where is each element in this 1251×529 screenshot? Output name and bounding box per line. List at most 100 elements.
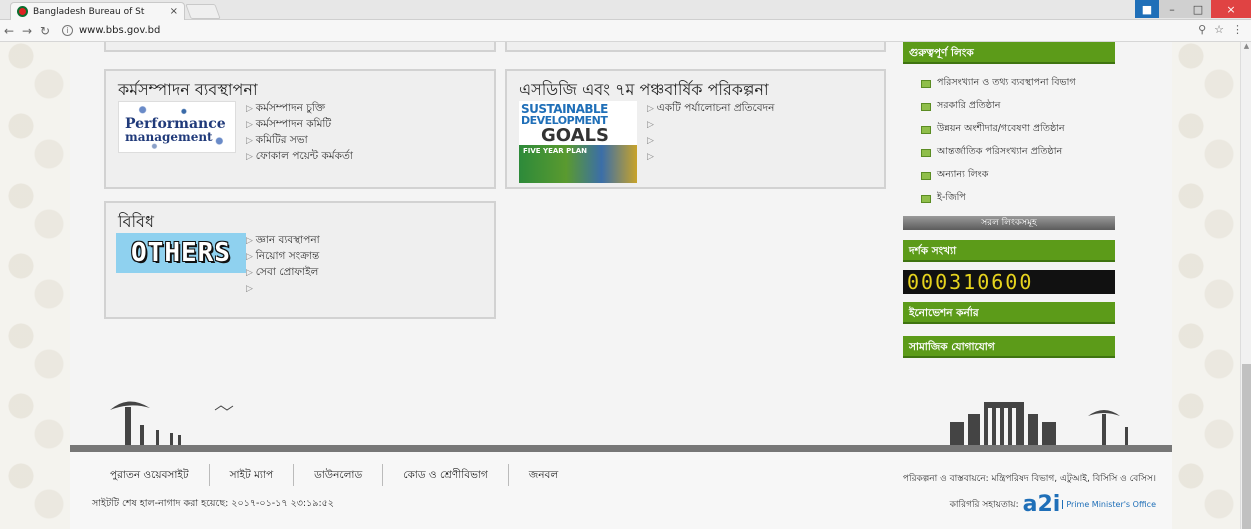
- footer-link-old-website[interactable]: পুরাতন ওয়েবসাইট: [88, 464, 210, 486]
- maximize-button[interactable]: □: [1185, 0, 1211, 18]
- link-label[interactable]: উন্নয়ন অংশীদার/গবেষণা প্রতিষ্ঠান: [937, 122, 1065, 137]
- important-link-item[interactable]: আন্তর্জাতিক পরিসংখ্যান প্রতিষ্ঠান: [921, 141, 1115, 164]
- important-link-item[interactable]: উন্নয়ন অংশীদার/গবেষণা প্রতিষ্ঠান: [921, 118, 1115, 141]
- link-bullet-icon: [921, 79, 931, 88]
- footer-link-code-classification[interactable]: কোড ও শ্রেণীবিভাগ: [383, 464, 509, 486]
- footer-divider: [70, 445, 1172, 452]
- tab-strip: Bangladesh Bureau of St × ■ – □ ×: [0, 0, 1251, 20]
- sdg-links: একটি পর্যালোচনা প্রতিবেদন: [647, 101, 775, 165]
- a2i-logo-text: a2i: [1022, 492, 1061, 517]
- tech-support-label: কারিগরি সহায়তায়:: [949, 500, 1019, 510]
- list-item[interactable]: জ্ঞান ব্যবস্থাপনা: [246, 233, 320, 249]
- list-item[interactable]: কমিটির সভা: [246, 133, 353, 149]
- reload-icon[interactable]: ↻: [36, 24, 54, 38]
- performance-management-image[interactable]: Performance management: [118, 101, 236, 153]
- list-item[interactable]: [647, 117, 774, 133]
- others-image[interactable]: OTHERS: [116, 233, 246, 273]
- important-link-item[interactable]: অন্যান্য লিংক: [921, 164, 1115, 187]
- list-item[interactable]: [647, 149, 774, 165]
- link-bullet-icon: [921, 125, 931, 134]
- planning-credit-text: পরিকল্পনা ও বাস্তবায়নে: মন্ত্রিপরিষদ বি…: [902, 474, 1156, 484]
- footer-link-download[interactable]: ডাউনলোড: [294, 464, 384, 486]
- a2i-logo[interactable]: a2i Prime Minister's Office: [1023, 492, 1156, 517]
- link-bullet-icon: [921, 194, 931, 203]
- footer-nav: পুরাতন ওয়েবসাইট সাইট ম্যাপ ডাউনলোড কোড …: [88, 464, 578, 486]
- social-media-header[interactable]: সামাজিক যোগাযোগ: [903, 336, 1115, 358]
- list-item[interactable]: সেবা প্রোফাইল: [246, 265, 320, 281]
- performance-box-title: কর্মসম্পাদন ব্যবস্থাপনা: [118, 80, 258, 99]
- last-updated-text: সাইটটি শেষ হাল-নাগাদ করা হয়েছে: ২০১৭-০১…: [92, 498, 334, 509]
- link-label[interactable]: পরিসংখ্যান ও তথ্য ব্যবস্থাপনা বিভাগ: [937, 76, 1076, 91]
- important-link-item[interactable]: ই-জিপি: [921, 187, 1115, 210]
- performance-management-box: কর্মসম্পাদন ব্যবস্থাপনা Performance mana…: [104, 69, 496, 189]
- vertical-scrollbar[interactable]: ▲: [1240, 42, 1251, 529]
- bookmark-star-icon[interactable]: ☆: [1214, 23, 1224, 36]
- list-item[interactable]: ফোকাল পয়েন্ট কর্মকর্তা: [246, 149, 353, 165]
- link-label[interactable]: ই-জিপি: [937, 191, 966, 206]
- footer-skyline-art: [110, 401, 1128, 445]
- box-partial-left: [104, 42, 496, 52]
- site-favicon-icon: [17, 6, 28, 17]
- zoom-icon[interactable]: ⚲: [1198, 23, 1206, 36]
- performance-links: কর্মসম্পাদন চুক্তি কর্মসম্পাদন কমিটি কমি…: [246, 101, 353, 165]
- thumb-text: FIVE YEAR PLAN: [523, 147, 587, 155]
- url-text[interactable]: www.bbs.gov.bd: [79, 25, 160, 36]
- user-profile-icon[interactable]: ■: [1135, 0, 1159, 18]
- window-controls: ■ – □ ×: [1135, 0, 1251, 18]
- menu-dots-icon[interactable]: ⋮: [1232, 23, 1243, 36]
- sdg-box-title: এসডিজি এবং ৭ম পঞ্চবার্ষিক পরিকল্পনা: [519, 80, 769, 99]
- info-icon[interactable]: i: [62, 25, 73, 36]
- link-label[interactable]: অন্যান্য লিংক: [937, 168, 988, 183]
- important-links-header: গুরুত্বপূর্ণ লিংক: [903, 42, 1115, 64]
- scroll-up-icon[interactable]: ▲: [1241, 42, 1251, 54]
- web-page: কর্মসম্পাদন ব্যবস্থাপনা Performance mana…: [0, 42, 1240, 529]
- important-link-item[interactable]: সরকারি প্রতিষ্ঠান: [921, 95, 1115, 118]
- link-label[interactable]: সরকারি প্রতিষ্ঠান: [937, 99, 1000, 114]
- box-partial-right: [505, 42, 886, 52]
- thumb-text: GOALS: [541, 125, 609, 146]
- list-item[interactable]: একটি পর্যালোচনা প্রতিবেদন: [647, 101, 775, 117]
- misc-box: বিবিধ OTHERS জ্ঞান ব্যবস্থাপনা নিয়োগ সং…: [104, 201, 496, 319]
- back-arrow-icon[interactable]: ←: [0, 24, 18, 38]
- url-field[interactable]: i www.bbs.gov.bd: [62, 25, 160, 36]
- link-label[interactable]: আন্তর্জাতিক পরিসংখ্যান প্রতিষ্ঠান: [937, 145, 1062, 160]
- link-bullet-icon: [921, 148, 931, 157]
- a2i-label: Prime Minister's Office: [1062, 500, 1156, 509]
- tab-title: Bangladesh Bureau of St: [33, 6, 145, 17]
- simple-links-header[interactable]: সরল লিংকসমূহ: [903, 216, 1115, 230]
- footer-link-sitemap[interactable]: সাইট ম্যাপ: [210, 464, 295, 486]
- misc-links: জ্ঞান ব্যবস্থাপনা নিয়োগ সংক্রান্ত সেবা …: [246, 233, 320, 297]
- tech-support: কারিগরি সহায়তায়: a2i Prime Minister's …: [950, 492, 1156, 517]
- footer-link-manpower[interactable]: জনবল: [509, 464, 578, 486]
- list-item[interactable]: কর্মসম্পাদন চুক্তি: [246, 101, 353, 117]
- minimize-button[interactable]: –: [1159, 0, 1185, 18]
- page-footer: পুরাতন ওয়েবসাইট সাইট ম্যাপ ডাউনলোড কোড …: [70, 452, 1172, 529]
- list-item[interactable]: [246, 281, 320, 297]
- thumb-text: OTHERS: [131, 238, 231, 268]
- visitor-counter: 000310600: [903, 270, 1115, 294]
- browser-tab[interactable]: Bangladesh Bureau of St ×: [10, 2, 185, 20]
- decorative-pattern-left: [0, 42, 70, 529]
- scrollbar-thumb[interactable]: [1242, 364, 1251, 529]
- forward-arrow-icon[interactable]: →: [18, 24, 36, 38]
- list-item[interactable]: নিয়োগ সংক্রান্ত: [246, 249, 320, 265]
- decorative-pattern-right: [1170, 42, 1240, 529]
- thumb-text: management: [125, 130, 213, 144]
- visitor-count-header: দর্শক সংখ্যা: [903, 240, 1115, 262]
- important-link-item[interactable]: পরিসংখ্যান ও তথ্য ব্যবস্থাপনা বিভাগ: [921, 72, 1115, 95]
- sdg-image[interactable]: SUSTAINABLE DEVELOPMENT GOALS FIVE YEAR …: [519, 101, 637, 183]
- new-tab-button[interactable]: [185, 4, 221, 19]
- innovation-corner-header[interactable]: ইনোভেশন কর্নার: [903, 302, 1115, 324]
- sdg-box: এসডিজি এবং ৭ম পঞ্চবার্ষিক পরিকল্পনা SUST…: [505, 69, 886, 189]
- misc-box-title: বিবিধ: [118, 212, 154, 231]
- important-links-list: পরিসংখ্যান ও তথ্য ব্যবস্থাপনা বিভাগ সরকা…: [903, 64, 1115, 210]
- list-item[interactable]: [647, 133, 774, 149]
- tab-close-icon[interactable]: ×: [170, 6, 178, 17]
- link-bullet-icon: [921, 102, 931, 111]
- main-content: কর্মসম্পাদন ব্যবস্থাপনা Performance mana…: [70, 42, 1172, 529]
- address-bar: ← → ↻ i www.bbs.gov.bd ⚲ ☆ ⋮: [0, 20, 1251, 42]
- right-sidebar: গুরুত্বপূর্ণ লিংক পরিসংখ্যান ও তথ্য ব্যব…: [903, 42, 1115, 442]
- link-bullet-icon: [921, 171, 931, 180]
- list-item[interactable]: কর্মসম্পাদন কমিটি: [246, 117, 353, 133]
- close-window-button[interactable]: ×: [1211, 0, 1251, 18]
